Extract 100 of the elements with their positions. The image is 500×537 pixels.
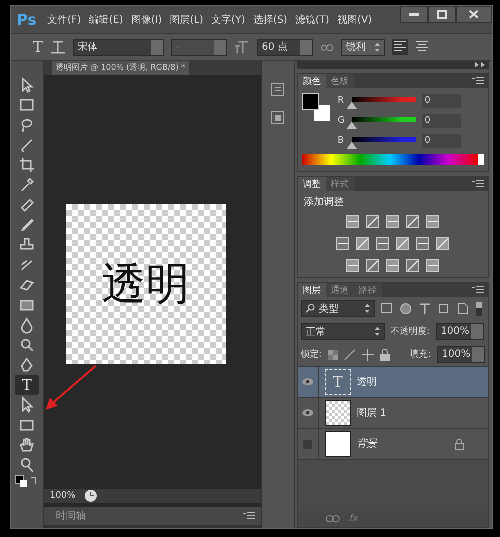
panel-menu-icon[interactable] [472,77,484,85]
panel-tab[interactable]: 样式 [326,177,354,191]
adjustment-icon[interactable] [336,237,350,251]
visibility-checkbox[interactable] [302,438,314,450]
layer-name: 背景 [356,438,377,451]
menu-item[interactable]: 滤镜(T) [292,10,332,28]
tool-button[interactable]: T [14,375,39,395]
adjustment-icon[interactable] [426,215,440,229]
menu-item[interactable]: 选择(S) [250,10,291,28]
channel-value-field[interactable]: 0 [422,94,461,108]
layer-row[interactable]: 背景 [298,429,488,460]
font-family-dropdown[interactable]: 宋体 [73,38,164,56]
font-size-dropdown[interactable]: 60 点 [257,38,314,56]
lock-icon[interactable] [380,348,390,360]
adjustment-icon[interactable] [396,237,410,251]
layer-row[interactable]: 图层 1 [298,398,488,429]
document-tab[interactable]: 透明图片 @ 100% (透明, RGB/8) * [52,61,190,75]
history-icon[interactable] [270,83,285,97]
panel-tab[interactable]: 调整 [298,177,326,191]
properties-icon[interactable] [270,111,285,125]
panel-tab[interactable]: 色板 [326,74,354,88]
link-icon[interactable] [326,515,340,523]
minimize-icon [409,12,419,16]
adjustment-icon[interactable] [406,259,420,273]
menu-item[interactable]: 图像(I) [128,10,166,28]
adjustment-icon[interactable] [376,237,390,251]
color-swatch-icon[interactable] [14,475,39,489]
shape-filter-icon[interactable] [438,302,450,314]
collapse-icon[interactable] [474,62,485,68]
menu-item[interactable]: 文字(Y) [208,10,248,28]
orientation-icon [50,40,66,54]
panel-menu-icon[interactable] [242,512,255,520]
clock-icon[interactable] [84,489,98,503]
adjustment-icon[interactable] [386,215,400,229]
eye-icon[interactable] [302,378,314,386]
fill-label: 填充: [410,348,431,361]
search-icon [306,304,315,313]
app-logo: Ps [17,10,37,28]
adjustment-icon[interactable] [356,237,370,251]
adjustment-icon[interactable] [436,237,450,251]
menu-item[interactable]: 文件(F) [44,10,84,28]
smart-object-filter-icon[interactable] [456,302,469,314]
adjustment-icon[interactable] [346,215,360,229]
menu-item[interactable]: 编辑(E) [86,10,126,28]
channel-label: R [338,96,346,106]
adjustment-icon[interactable] [366,215,380,229]
channel-value-field[interactable]: 0 [422,114,461,128]
opacity-field[interactable]: 100% [436,323,484,340]
crop-icon [18,156,36,174]
adjustment-icon[interactable] [406,215,420,229]
blend-mode-dropdown[interactable]: 正常 [300,323,385,340]
close-button[interactable] [456,6,492,23]
panel-tab[interactable]: 通道 [326,283,354,297]
slider-thumb[interactable] [346,122,357,128]
move-arrows-icon[interactable] [362,348,374,360]
font-size-icon [234,40,250,54]
type-tool-preset[interactable]: T [33,38,44,56]
panel-menu-icon[interactable] [472,180,484,188]
channel-value-field[interactable]: 0 [422,134,461,148]
filter-toggle-icon[interactable] [476,302,482,316]
adjustment-icon[interactable] [416,237,430,251]
up-down-icon [375,42,380,52]
minimize-button[interactable] [400,6,428,23]
align-left-icon[interactable] [392,39,408,55]
adjustment-filter-icon[interactable] [400,302,412,314]
layer-thumbnail [324,400,351,426]
panel-heading: 添加调整 [302,196,345,210]
fill-field[interactable]: 100% [436,346,485,363]
channel-label: G [338,116,346,126]
panel-tab[interactable]: 颜色 [298,74,326,88]
slider-thumb[interactable] [346,102,357,108]
layer-name: 图层 1 [356,407,386,420]
color-spectrum[interactable] [302,154,484,165]
panel-menu-icon[interactable] [472,286,484,294]
maximize-button[interactable] [428,6,456,23]
zoom-level: 100% [50,491,76,501]
antialias-icon [320,42,334,52]
menu-item[interactable]: 视图(V) [334,10,376,28]
adjustment-icon[interactable] [346,259,360,273]
menu-item[interactable]: 图层(L) [167,10,206,28]
up-down-icon [364,304,370,313]
adjustment-icon[interactable] [386,259,400,273]
layer-thumbnail [324,431,351,457]
eye-icon[interactable] [302,409,314,417]
lock-pixels-icon[interactable] [328,350,338,360]
maximize-icon [437,10,447,19]
text-filter-icon[interactable] [418,302,431,314]
slider-thumb[interactable] [346,142,357,148]
layer-row[interactable]: T 透明 [298,367,488,398]
layer-filter-dropdown[interactable]: 类型 [300,300,375,317]
text-layer-thumbnail: T [324,369,351,395]
antialias-dropdown[interactable]: 锐利 [341,38,386,56]
panel-tab[interactable]: 路径 [354,283,382,297]
adjustment-icon[interactable] [366,259,380,273]
hand-icon [18,436,36,454]
image-filter-icon[interactable] [380,303,393,314]
opacity-label: 不透明度: [390,326,430,338]
adjustment-icon[interactable] [426,259,440,273]
close-icon [469,10,479,19]
panel-tab[interactable]: 图层 [298,283,326,297]
